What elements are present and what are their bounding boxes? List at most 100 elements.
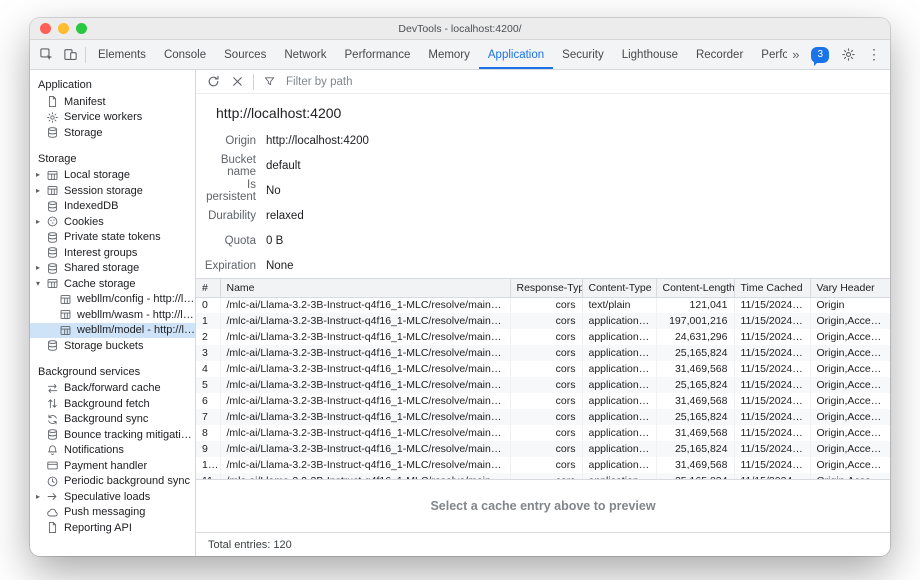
delete-selected-button[interactable]: [226, 71, 248, 93]
table-header-row: #NameResponse-TypeContent-TypeContent-Le…: [196, 279, 890, 297]
device-toolbar-button[interactable]: [58, 43, 82, 67]
column-header-content-length[interactable]: Content-Length: [656, 279, 734, 297]
window-titlebar[interactable]: DevTools - localhost:4200/: [30, 18, 890, 40]
window-minimize-button[interactable]: [58, 23, 69, 34]
sidebar-item-background-sync[interactable]: Background sync: [30, 412, 195, 428]
sidebar-item-speculative-loads[interactable]: ▸Speculative loads: [30, 489, 195, 505]
tab-network[interactable]: Network: [275, 40, 335, 69]
column-header-time-cached[interactable]: Time Cached: [734, 279, 810, 297]
cell: /mlc-ai/Llama-3.2-3B-Instruct-q4f16_1-ML…: [220, 377, 510, 393]
settings-gear-button[interactable]: [836, 43, 860, 67]
cell: cors: [510, 313, 582, 329]
sidebar-item-webllm-model-http-loc[interactable]: webllm/model - http://loc…: [30, 323, 195, 339]
refresh-button[interactable]: [202, 71, 224, 93]
sidebar-item-push-messaging[interactable]: Push messaging: [30, 505, 195, 521]
sidebar-item-label: Private state tokens: [64, 231, 161, 243]
cell: 3: [196, 345, 220, 361]
column-header-response-type[interactable]: Response-Type: [510, 279, 582, 297]
chevron-right-icon[interactable]: ▸: [36, 264, 46, 272]
metadata-row: Durabilityrelaxed: [196, 203, 890, 228]
cell: Origin,Access…: [810, 345, 890, 361]
cell: application/oc…: [582, 377, 656, 393]
chevron-right-icon[interactable]: ▸: [36, 218, 46, 226]
sidebar-item-manifest[interactable]: Manifest: [30, 94, 195, 110]
sidebar-item-periodic-background-sync[interactable]: Periodic background sync: [30, 474, 195, 490]
cell: application/oc…: [582, 393, 656, 409]
sidebar-item-service-workers[interactable]: Service workers: [30, 110, 195, 126]
sidebar-item-shared-storage[interactable]: ▸Shared storage: [30, 261, 195, 277]
cell: 11/15/2024, 10…: [734, 297, 810, 313]
cell: 25,165,824: [656, 409, 734, 425]
filter-input[interactable]: [286, 76, 526, 88]
issues-count-badge[interactable]: 3: [811, 47, 829, 63]
db-icon: [46, 200, 59, 213]
tab-label: Console: [164, 49, 206, 61]
cell: /mlc-ai/Llama-3.2-3B-Instruct-q4f16_1-ML…: [220, 361, 510, 377]
chevron-down-icon[interactable]: ▾: [36, 280, 46, 288]
table-row[interactable]: 2/mlc-ai/Llama-3.2-3B-Instruct-q4f16_1-M…: [196, 329, 890, 345]
chevron-right-icon[interactable]: ▸: [36, 171, 46, 179]
kebab-menu-button[interactable]: ⋮: [862, 43, 886, 67]
table-row[interactable]: 9/mlc-ai/Llama-3.2-3B-Instruct-q4f16_1-M…: [196, 441, 890, 457]
sidebar-item-storage-buckets[interactable]: Storage buckets: [30, 338, 195, 354]
tab-console[interactable]: Console: [155, 40, 215, 69]
tab-label: Security: [562, 49, 604, 61]
tab-sources[interactable]: Sources: [215, 40, 275, 69]
table-row[interactable]: 7/mlc-ai/Llama-3.2-3B-Instruct-q4f16_1-M…: [196, 409, 890, 425]
window-zoom-button[interactable]: [76, 23, 87, 34]
tab-memory[interactable]: Memory: [419, 40, 479, 69]
sidebar-item-webllm-wasm-http-loca[interactable]: webllm/wasm - http://loca…: [30, 307, 195, 323]
table-row[interactable]: 3/mlc-ai/Llama-3.2-3B-Instruct-q4f16_1-M…: [196, 345, 890, 361]
sidebar-item-notifications[interactable]: Notifications: [30, 443, 195, 459]
window-title: DevTools - localhost:4200/: [30, 23, 890, 35]
table-row[interactable]: 5/mlc-ai/Llama-3.2-3B-Instruct-q4f16_1-M…: [196, 377, 890, 393]
chevron-right-icon[interactable]: ▸: [36, 187, 46, 195]
tab-performance-insights[interactable]: Performance insights: [752, 40, 787, 69]
sidebar-item-session-storage[interactable]: ▸Session storage: [30, 183, 195, 199]
sidebar-section-storage: Storage: [30, 147, 195, 168]
sidebar-item-interest-groups[interactable]: Interest groups: [30, 245, 195, 261]
status-bar: Total entries: 120: [196, 532, 890, 556]
grid-icon: [46, 277, 59, 290]
cell: 5: [196, 377, 220, 393]
table-row[interactable]: 8/mlc-ai/Llama-3.2-3B-Instruct-q4f16_1-M…: [196, 425, 890, 441]
sidebar-item-storage[interactable]: Storage: [30, 125, 195, 141]
sidebar-item-webllm-config-http-loc[interactable]: webllm/config - http://loc…: [30, 292, 195, 308]
inspect-element-button[interactable]: [34, 43, 58, 67]
more-tabs-button[interactable]: »: [787, 47, 804, 62]
sidebar-item-back-forward-cache[interactable]: Back/forward cache: [30, 381, 195, 397]
column-header-content-type[interactable]: Content-Type: [582, 279, 656, 297]
cell: 2: [196, 329, 220, 345]
tab-performance[interactable]: Performance: [336, 40, 420, 69]
column-header-vary-header[interactable]: Vary Header: [810, 279, 890, 297]
window-close-button[interactable]: [40, 23, 51, 34]
tab-application[interactable]: Application: [479, 40, 553, 69]
table-row[interactable]: 4/mlc-ai/Llama-3.2-3B-Instruct-q4f16_1-M…: [196, 361, 890, 377]
cell: /mlc-ai/Llama-3.2-3B-Instruct-q4f16_1-ML…: [220, 297, 510, 313]
sidebar-item-reporting-api[interactable]: Reporting API: [30, 520, 195, 536]
tab-label: Network: [284, 49, 326, 61]
sidebar-item-private-state-tokens[interactable]: Private state tokens: [30, 230, 195, 246]
tab-recorder[interactable]: Recorder: [687, 40, 752, 69]
tab-security[interactable]: Security: [553, 40, 613, 69]
tab-lighthouse[interactable]: Lighthouse: [613, 40, 687, 69]
table-row[interactable]: 1/mlc-ai/Llama-3.2-3B-Instruct-q4f16_1-M…: [196, 313, 890, 329]
sidebar-item-local-storage[interactable]: ▸Local storage: [30, 168, 195, 184]
table-row[interactable]: 6/mlc-ai/Llama-3.2-3B-Instruct-q4f16_1-M…: [196, 393, 890, 409]
sidebar-item-cookies[interactable]: ▸Cookies: [30, 214, 195, 230]
column-header-name[interactable]: Name: [220, 279, 510, 297]
preview-hint: Select a cache entry above to preview: [430, 499, 655, 513]
chevron-right-icon[interactable]: ▸: [36, 493, 46, 501]
sidebar-item-background-fetch[interactable]: Background fetch: [30, 396, 195, 412]
cell: cors: [510, 393, 582, 409]
sidebar-item-indexeddb[interactable]: IndexedDB: [30, 199, 195, 215]
sidebar-item-cache-storage[interactable]: ▾Cache storage: [30, 276, 195, 292]
table-row[interactable]: 0/mlc-ai/Llama-3.2-3B-Instruct-q4f16_1-M…: [196, 297, 890, 313]
sidebar-item-payment-handler[interactable]: Payment handler: [30, 458, 195, 474]
sidebar-item-bounce-tracking-mitigations[interactable]: Bounce tracking mitigations: [30, 427, 195, 443]
sidebar-item-label: Periodic background sync: [64, 475, 190, 487]
tab-elements[interactable]: Elements: [89, 40, 155, 69]
column-header-hash[interactable]: #: [196, 279, 220, 297]
cell: cors: [510, 377, 582, 393]
table-row[interactable]: 10/mlc-ai/Llama-3.2-3B-Instruct-q4f16_1-…: [196, 457, 890, 473]
